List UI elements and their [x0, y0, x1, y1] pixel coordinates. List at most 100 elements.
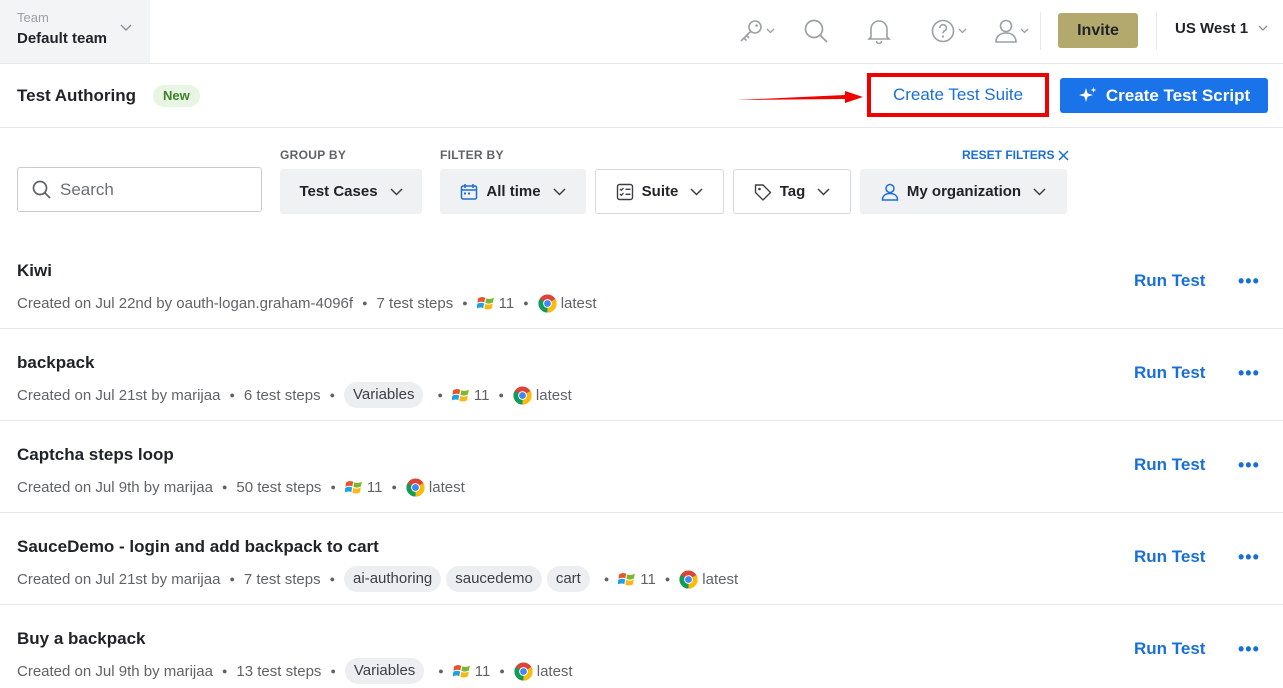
notifications-button[interactable] [867, 16, 891, 46]
suite-filter-value: Suite [641, 183, 679, 200]
test-created: Created on Jul 22nd by oauth-logan.graha… [17, 294, 354, 312]
chrome-icon [514, 661, 533, 681]
create-test-script-button[interactable]: Create Test Script [1060, 78, 1268, 113]
suite-filter-dropdown[interactable]: Suite [595, 169, 724, 214]
separator-dot: ● [523, 298, 529, 308]
chevron-down-icon [1020, 28, 1029, 34]
more-options-icon[interactable]: ••• [1238, 639, 1260, 660]
invite-button[interactable]: Invite [1058, 13, 1138, 48]
os-info: 11 [451, 386, 490, 404]
more-options-icon[interactable]: ••• [1238, 271, 1260, 292]
chevron-down-icon [120, 24, 132, 31]
test-tag[interactable]: saucedemo [446, 566, 542, 592]
more-options-icon[interactable]: ••• [1238, 363, 1260, 384]
team-label: Team [17, 10, 49, 25]
help-menu[interactable] [930, 16, 967, 46]
organization-filter-dropdown[interactable]: My organization [860, 169, 1067, 214]
reset-filters-link[interactable]: RESET FILTERS [962, 148, 1069, 162]
key-menu[interactable] [738, 16, 775, 46]
test-tag[interactable]: Variables [344, 658, 425, 684]
separator-dot: ● [221, 666, 228, 676]
test-tag[interactable]: cart [546, 566, 590, 592]
test-tag[interactable]: Variables [344, 382, 424, 408]
test-row[interactable]: Captcha steps loop Created on Jul 9th by … [0, 421, 1283, 513]
run-test-button[interactable]: Run Test [1134, 547, 1205, 567]
chevron-down-icon [817, 187, 830, 196]
test-steps: 6 test steps [243, 386, 321, 404]
divider [1156, 12, 1157, 50]
run-test-button[interactable]: Run Test [1134, 363, 1205, 383]
test-tag[interactable]: ai-authoring [344, 566, 442, 592]
test-row[interactable]: backpack Created on Jul 21st by marijaa ● 6… [0, 329, 1283, 421]
region-label: US West 1 [1175, 20, 1249, 37]
test-row[interactable]: SauceDemo - login and add backpack to ca… [0, 513, 1283, 605]
test-steps: 50 test steps [236, 478, 322, 496]
os-version: 11 [640, 570, 656, 588]
browser-version: latest [536, 662, 573, 680]
test-steps: 7 test steps [376, 294, 454, 312]
browser-info: latest [513, 385, 572, 405]
chevron-down-icon [766, 28, 775, 34]
run-test-button[interactable]: Run Test [1134, 455, 1205, 475]
os-version: 11 [473, 386, 490, 404]
reset-filters-label: RESET FILTERS [962, 148, 1055, 162]
os-version: 11 [498, 294, 515, 312]
time-filter-dropdown[interactable]: All time [440, 169, 586, 214]
group-by-value: Test Cases [299, 183, 378, 200]
create-test-script-label: Create Test Script [1105, 85, 1251, 105]
group-by-dropdown[interactable]: Test Cases [280, 169, 422, 214]
test-created: Created on Jul 21st by marijaa [17, 570, 221, 588]
run-test-button[interactable]: Run Test [1134, 639, 1205, 659]
organization-filter-value: My organization [906, 183, 1022, 200]
test-title[interactable]: Captcha steps loop [17, 445, 174, 465]
separator-dot: ● [221, 482, 228, 492]
browser-info: latest [406, 477, 465, 497]
separator-dot: ● [603, 574, 610, 584]
chevron-down-icon [390, 187, 403, 196]
chevron-down-icon [958, 28, 967, 34]
chrome-icon [406, 477, 425, 497]
test-row[interactable]: Buy a backpack Created on Jul 9th by mari… [0, 605, 1283, 688]
os-info: 11 [452, 663, 490, 680]
browser-version: latest [428, 478, 465, 496]
os-version: 11 [366, 478, 383, 496]
browser-info: latest [538, 293, 597, 313]
test-title[interactable]: Kiwi [17, 261, 52, 281]
test-meta: Created on Jul 9th by marijaa ● 50 test st… [17, 474, 465, 500]
windows-icon [344, 481, 362, 494]
search-button[interactable] [803, 16, 829, 46]
separator-dot: ● [438, 666, 444, 676]
more-options-icon[interactable]: ••• [1238, 547, 1260, 568]
create-test-suite-button[interactable]: Create Test Suite [872, 78, 1044, 112]
test-title[interactable]: Buy a backpack [17, 629, 146, 649]
more-options-icon[interactable]: ••• [1238, 455, 1260, 476]
calendar-icon [461, 183, 478, 200]
os-info: 11 [344, 478, 383, 496]
test-title[interactable]: SauceDemo - login and add backpack to ca… [17, 537, 379, 557]
search-box [17, 167, 262, 212]
separator-dot: ● [437, 390, 443, 400]
sparkle-icon [1078, 86, 1097, 102]
account-menu[interactable] [994, 16, 1029, 46]
chrome-icon [538, 293, 557, 313]
separator-dot: ● [229, 574, 235, 584]
windows-icon [452, 665, 470, 678]
separator-dot: ● [330, 482, 336, 492]
separator-dot: ● [498, 390, 504, 400]
tag-filter-value: Tag [779, 183, 806, 200]
run-test-button[interactable]: Run Test [1134, 271, 1205, 291]
team-selector[interactable]: Team Default team [0, 0, 150, 63]
separator-dot: ● [330, 666, 336, 676]
chevron-down-icon [1258, 25, 1268, 31]
region-selector[interactable]: US West 1 [1175, 20, 1268, 37]
browser-info: latest [514, 661, 573, 681]
user-icon [881, 183, 899, 201]
test-created: Created on Jul 9th by marijaa [17, 478, 213, 496]
windows-icon [451, 389, 469, 402]
time-filter-value: All time [486, 183, 541, 200]
search-icon [804, 19, 828, 43]
search-input[interactable] [60, 179, 240, 200]
test-title[interactable]: backpack [17, 353, 95, 373]
test-row[interactable]: Kiwi Created on Jul 22nd by oauth-logan.g… [0, 237, 1283, 329]
tag-filter-dropdown[interactable]: Tag [733, 169, 851, 214]
